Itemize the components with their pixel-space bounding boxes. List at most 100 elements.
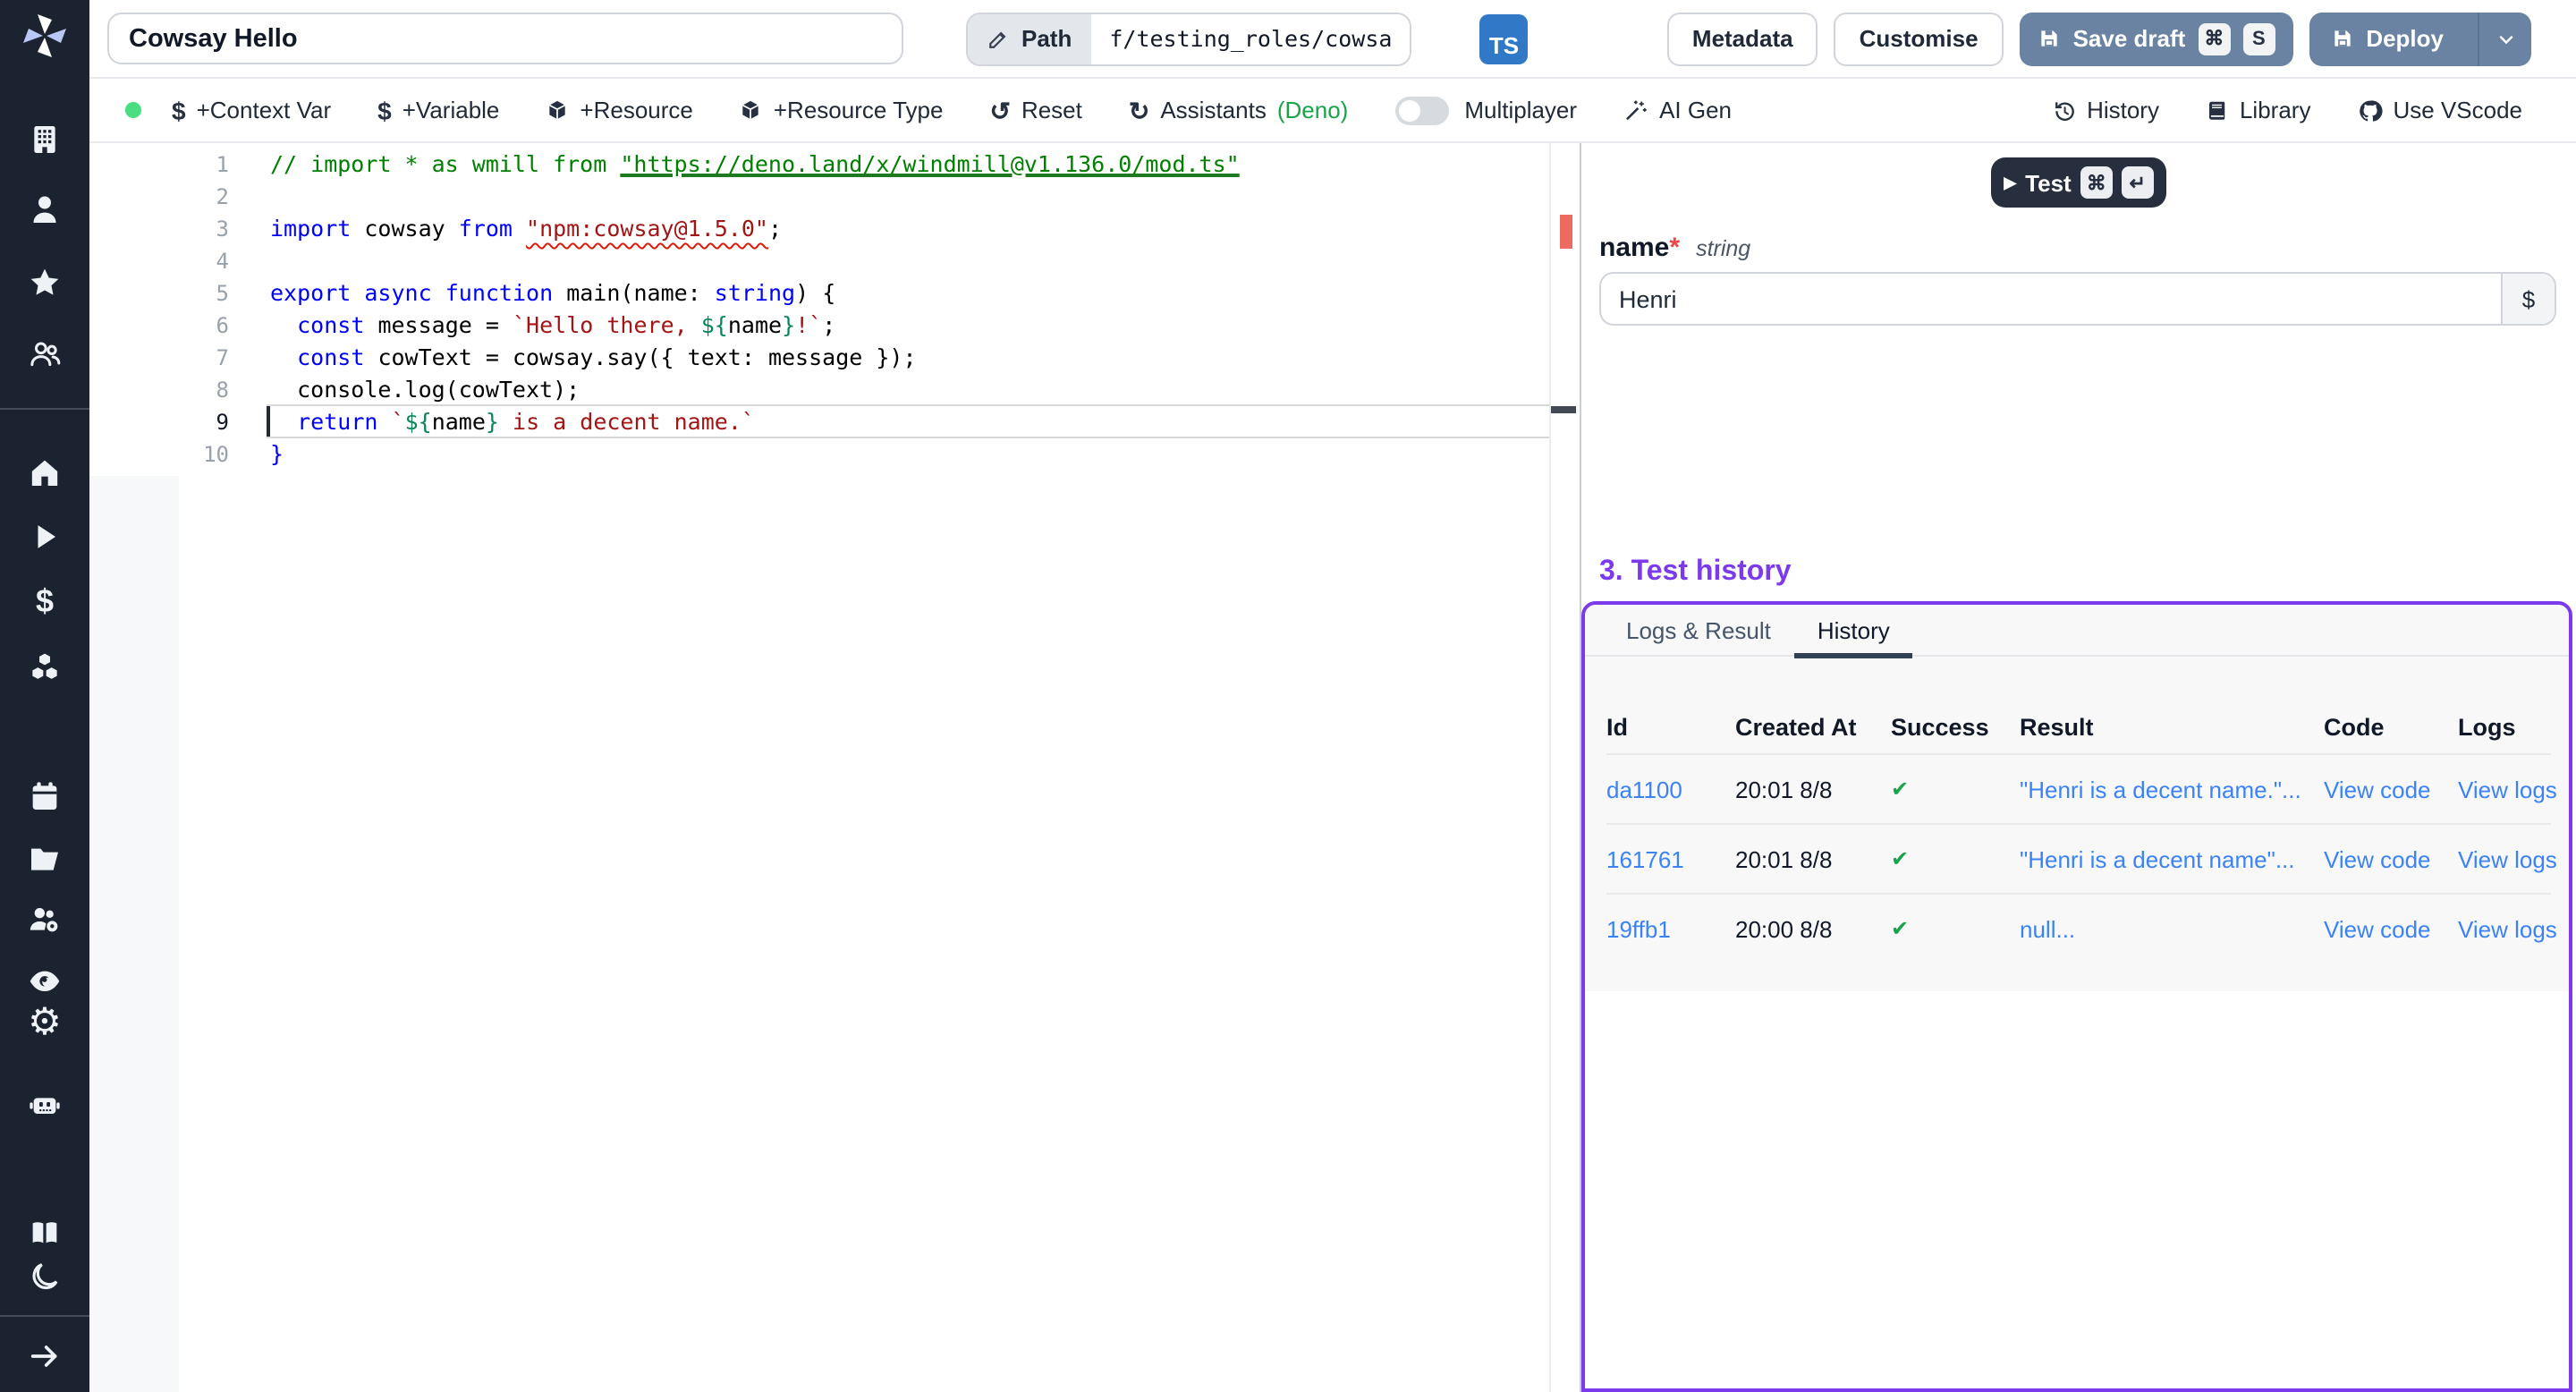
- workspace-building-icon[interactable]: [0, 122, 89, 157]
- code-token: const: [297, 311, 364, 338]
- code-token: [513, 215, 526, 242]
- code-line[interactable]: 5export async function main(name: string…: [89, 277, 1580, 310]
- view-logs-link[interactable]: View logs: [2458, 915, 2557, 942]
- home-icon[interactable]: [0, 454, 89, 490]
- save-draft-button[interactable]: Save draft ⌘ S: [2020, 12, 2293, 65]
- code-line[interactable]: 6 const message = `Hello there, ${name}!…: [89, 310, 1580, 342]
- view-code-link[interactable]: View code: [2324, 776, 2458, 802]
- code-token: [351, 279, 364, 306]
- dark-mode-moon-icon[interactable]: [0, 1260, 89, 1295]
- view-logs-link[interactable]: View logs: [2458, 776, 2557, 802]
- deploy-dropdown-button[interactable]: [2478, 12, 2531, 65]
- use-vscode-button[interactable]: Use VScode: [2357, 97, 2522, 123]
- tab-history[interactable]: History: [1794, 604, 1913, 656]
- table-row: da1100 20:01 8/8 ✔ "Henri is a decent na…: [1606, 753, 2551, 823]
- result-link[interactable]: "Henri is a decent name."...: [2020, 776, 2324, 802]
- run-id-link[interactable]: 19ffb1: [1606, 915, 1735, 942]
- reset-button[interactable]: ↺ Reset: [989, 97, 1081, 123]
- code-editor[interactable]: 1// import * as wmill from "https://deno…: [89, 143, 1580, 1392]
- runs-play-icon[interactable]: [0, 519, 89, 555]
- add-resource-type-button[interactable]: +Resource Type: [740, 97, 944, 123]
- kbd-enter: ↵: [2122, 166, 2154, 199]
- resources-cubes-icon[interactable]: [0, 649, 89, 685]
- code-line[interactable]: 9 return `${name} is a decent name.`: [89, 406, 1580, 438]
- history-button[interactable]: History: [2051, 97, 2159, 123]
- add-variable-button[interactable]: $ +Variable: [377, 97, 499, 123]
- result-link[interactable]: null...: [2020, 915, 2324, 942]
- code-line[interactable]: 3import cowsay from "npm:cowsay@1.5.0";: [89, 213, 1580, 245]
- dollar-icon: $: [172, 98, 186, 123]
- name-field-input[interactable]: [1601, 274, 2501, 324]
- code-token: name: [728, 311, 782, 338]
- view-code-link[interactable]: View code: [2324, 845, 2458, 872]
- history-table: Id Created At Success Result Code Logs d…: [1585, 700, 2569, 963]
- code-token: import: [270, 215, 351, 242]
- code-line[interactable]: 4: [89, 245, 1580, 277]
- ai-gen-button[interactable]: AI Gen: [1623, 97, 1732, 123]
- metadata-button[interactable]: Metadata: [1667, 12, 1818, 65]
- code-text: }: [270, 438, 284, 471]
- view-logs-link[interactable]: View logs: [2458, 845, 2557, 872]
- script-title-input[interactable]: [107, 13, 903, 64]
- code-token: ;: [768, 215, 782, 242]
- result-link[interactable]: "Henri is a decent name"...: [2020, 845, 2324, 872]
- tab-logs-result[interactable]: Logs & Result: [1603, 604, 1794, 656]
- code-token: function: [445, 279, 553, 306]
- code-line[interactable]: 2: [89, 181, 1580, 213]
- code-token: console.log(cowText);: [270, 376, 580, 403]
- groups-icon[interactable]: [0, 336, 89, 372]
- audit-eye-icon[interactable]: [0, 963, 89, 998]
- path-value[interactable]: f/testing_roles/cowsa: [1091, 13, 1410, 64]
- line-number: 8: [89, 374, 229, 406]
- docs-book-icon[interactable]: [0, 1215, 89, 1251]
- windmill-logo-icon[interactable]: [0, 13, 89, 59]
- variable-picker-button[interactable]: $: [2501, 274, 2555, 324]
- assistants-lang: (Deno): [1277, 97, 1349, 123]
- line-number: 7: [89, 342, 229, 374]
- code-token: ) {: [795, 279, 835, 306]
- add-resource-button[interactable]: +Resource: [546, 97, 692, 123]
- code-line[interactable]: 10}: [89, 438, 1580, 471]
- view-code-link[interactable]: View code: [2324, 915, 2458, 942]
- code-text: // import * as wmill from "https://deno.…: [270, 149, 1240, 181]
- deploy-button[interactable]: Deploy: [2309, 12, 2531, 65]
- variables-dollar-icon[interactable]: $: [0, 583, 89, 619]
- user-icon[interactable]: [0, 191, 89, 227]
- code-line[interactable]: 8 console.log(cowText);: [89, 374, 1580, 406]
- code-text: return `${name} is a decent name.`: [270, 406, 755, 438]
- favorites-star-icon[interactable]: [0, 265, 89, 301]
- success-check-icon: ✔: [1891, 916, 2020, 941]
- folders-icon[interactable]: [0, 841, 89, 877]
- add-context-var-button[interactable]: $ +Context Var: [172, 97, 331, 123]
- package-box-icon: [740, 98, 763, 122]
- save-icon: [2038, 27, 2061, 50]
- library-button[interactable]: Library: [2206, 97, 2311, 123]
- line-number: 9: [89, 406, 229, 438]
- multiplayer-toggle[interactable]: [1394, 96, 1448, 124]
- created-at: 20:01 8/8: [1735, 776, 1891, 802]
- test-button[interactable]: ▶ Test ⌘ ↵: [1991, 157, 2165, 208]
- code-text: const cowText = cowsay.say({ text: messa…: [270, 342, 917, 374]
- code-line[interactable]: 1// import * as wmill from "https://deno…: [89, 149, 1580, 181]
- scrollbar-position-marker[interactable]: [1551, 406, 1576, 412]
- field-type: string: [1696, 236, 1750, 261]
- robot-icon[interactable]: [0, 1086, 89, 1122]
- sidebar-divider: [0, 1315, 89, 1317]
- line-number: 3: [89, 213, 229, 245]
- settings-gear-icon[interactable]: ⚙: [0, 1006, 89, 1041]
- assistants-button[interactable]: ↻ Assistants (Deno): [1129, 97, 1348, 123]
- run-id-link[interactable]: da1100: [1606, 776, 1735, 802]
- workers-users-gear-icon[interactable]: [0, 902, 89, 938]
- code-token: `: [392, 408, 405, 435]
- code-token: from: [459, 215, 513, 242]
- expand-arrow-right-icon[interactable]: [0, 1338, 89, 1374]
- code-token: is a decent name.`: [499, 408, 755, 435]
- path-chip[interactable]: Path f/testing_roles/cowsa: [966, 12, 1411, 65]
- run-id-link[interactable]: 161761: [1606, 845, 1735, 872]
- code-token: "https://deno.land/x/windmill@v1.136.0/m…: [620, 150, 1239, 177]
- code-token: !`: [795, 311, 822, 338]
- code-token: ;: [822, 311, 835, 338]
- customise-button[interactable]: Customise: [1835, 12, 2004, 65]
- schedules-calendar-icon[interactable]: [0, 778, 89, 814]
- code-line[interactable]: 7 const cowText = cowsay.say({ text: mes…: [89, 342, 1580, 374]
